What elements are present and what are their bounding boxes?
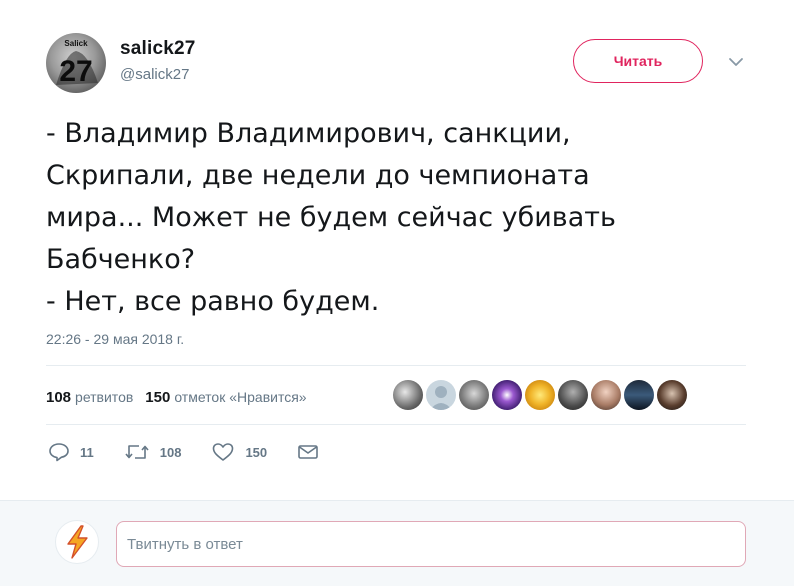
user-handle[interactable]: @salick27 <box>120 66 189 83</box>
likers-avatars <box>393 380 690 410</box>
tweet-card: Salick 27 salick27 @salick27 Читать - Вл… <box>0 0 794 500</box>
tweet-actions: 11 108 150 <box>48 442 359 462</box>
reply-count: 11 <box>80 444 94 460</box>
liker-avatar[interactable] <box>459 380 489 410</box>
avatar-number: 27 <box>59 55 92 88</box>
liker-avatar[interactable] <box>492 380 522 410</box>
tweet-line: Бабченко? <box>46 244 196 275</box>
retweet-button[interactable]: 108 <box>124 442 182 462</box>
liker-avatar[interactable] <box>426 380 456 410</box>
retweet-count: 108 <box>159 444 182 460</box>
liker-avatar[interactable] <box>558 380 588 410</box>
tweet-line: мира... Может не будем сейчас убивать <box>46 202 616 233</box>
direct-message-button[interactable] <box>297 443 329 461</box>
liker-avatar[interactable] <box>657 380 687 410</box>
tweet-text: - Владимир Владимирович, санкции, Скрипа… <box>46 113 736 323</box>
likes-count[interactable]: 150 <box>145 389 170 406</box>
heart-icon <box>213 443 234 461</box>
liker-avatar[interactable] <box>591 380 621 410</box>
lightning-icon <box>67 525 88 559</box>
like-count: 150 <box>245 444 268 460</box>
like-button[interactable]: 150 <box>211 442 267 462</box>
user-display-name[interactable]: salick27 <box>120 38 196 60</box>
tweet-timestamp[interactable]: 22:26 - 29 мая 2018 г. <box>46 331 184 347</box>
liker-avatar[interactable] <box>624 380 654 410</box>
avatar-image: Salick 27 <box>56 39 98 88</box>
reply-input[interactable] <box>116 521 746 567</box>
reply-area <box>0 500 794 586</box>
likes-label[interactable]: отметок «Нравится» <box>174 389 306 405</box>
follow-button[interactable]: Читать <box>573 39 703 83</box>
chevron-down-icon[interactable] <box>727 56 745 68</box>
divider <box>46 424 746 425</box>
divider <box>46 365 746 366</box>
reply-icon <box>49 443 69 462</box>
reply-button[interactable]: 11 <box>48 442 94 462</box>
tweet-stats: 108 ретвитов 150 отметок «Нравится» <box>46 387 307 407</box>
tweet-line: - Нет, все равно будем. <box>46 286 380 317</box>
avatar-top-text: Salick <box>64 39 88 48</box>
liker-avatar[interactable] <box>525 380 555 410</box>
current-user-avatar <box>55 520 99 564</box>
envelope-icon <box>298 445 318 459</box>
liker-avatar[interactable] <box>393 380 423 410</box>
tweet-line: - Владимир Владимирович, санкции, <box>46 118 571 149</box>
tweet-line: Скрипали, две недели до чемпионата <box>46 160 590 191</box>
retweets-label[interactable]: ретвитов <box>75 389 133 405</box>
retweet-icon <box>125 445 149 459</box>
user-avatar[interactable]: Salick 27 <box>46 33 106 93</box>
retweets-count[interactable]: 108 <box>46 389 71 406</box>
